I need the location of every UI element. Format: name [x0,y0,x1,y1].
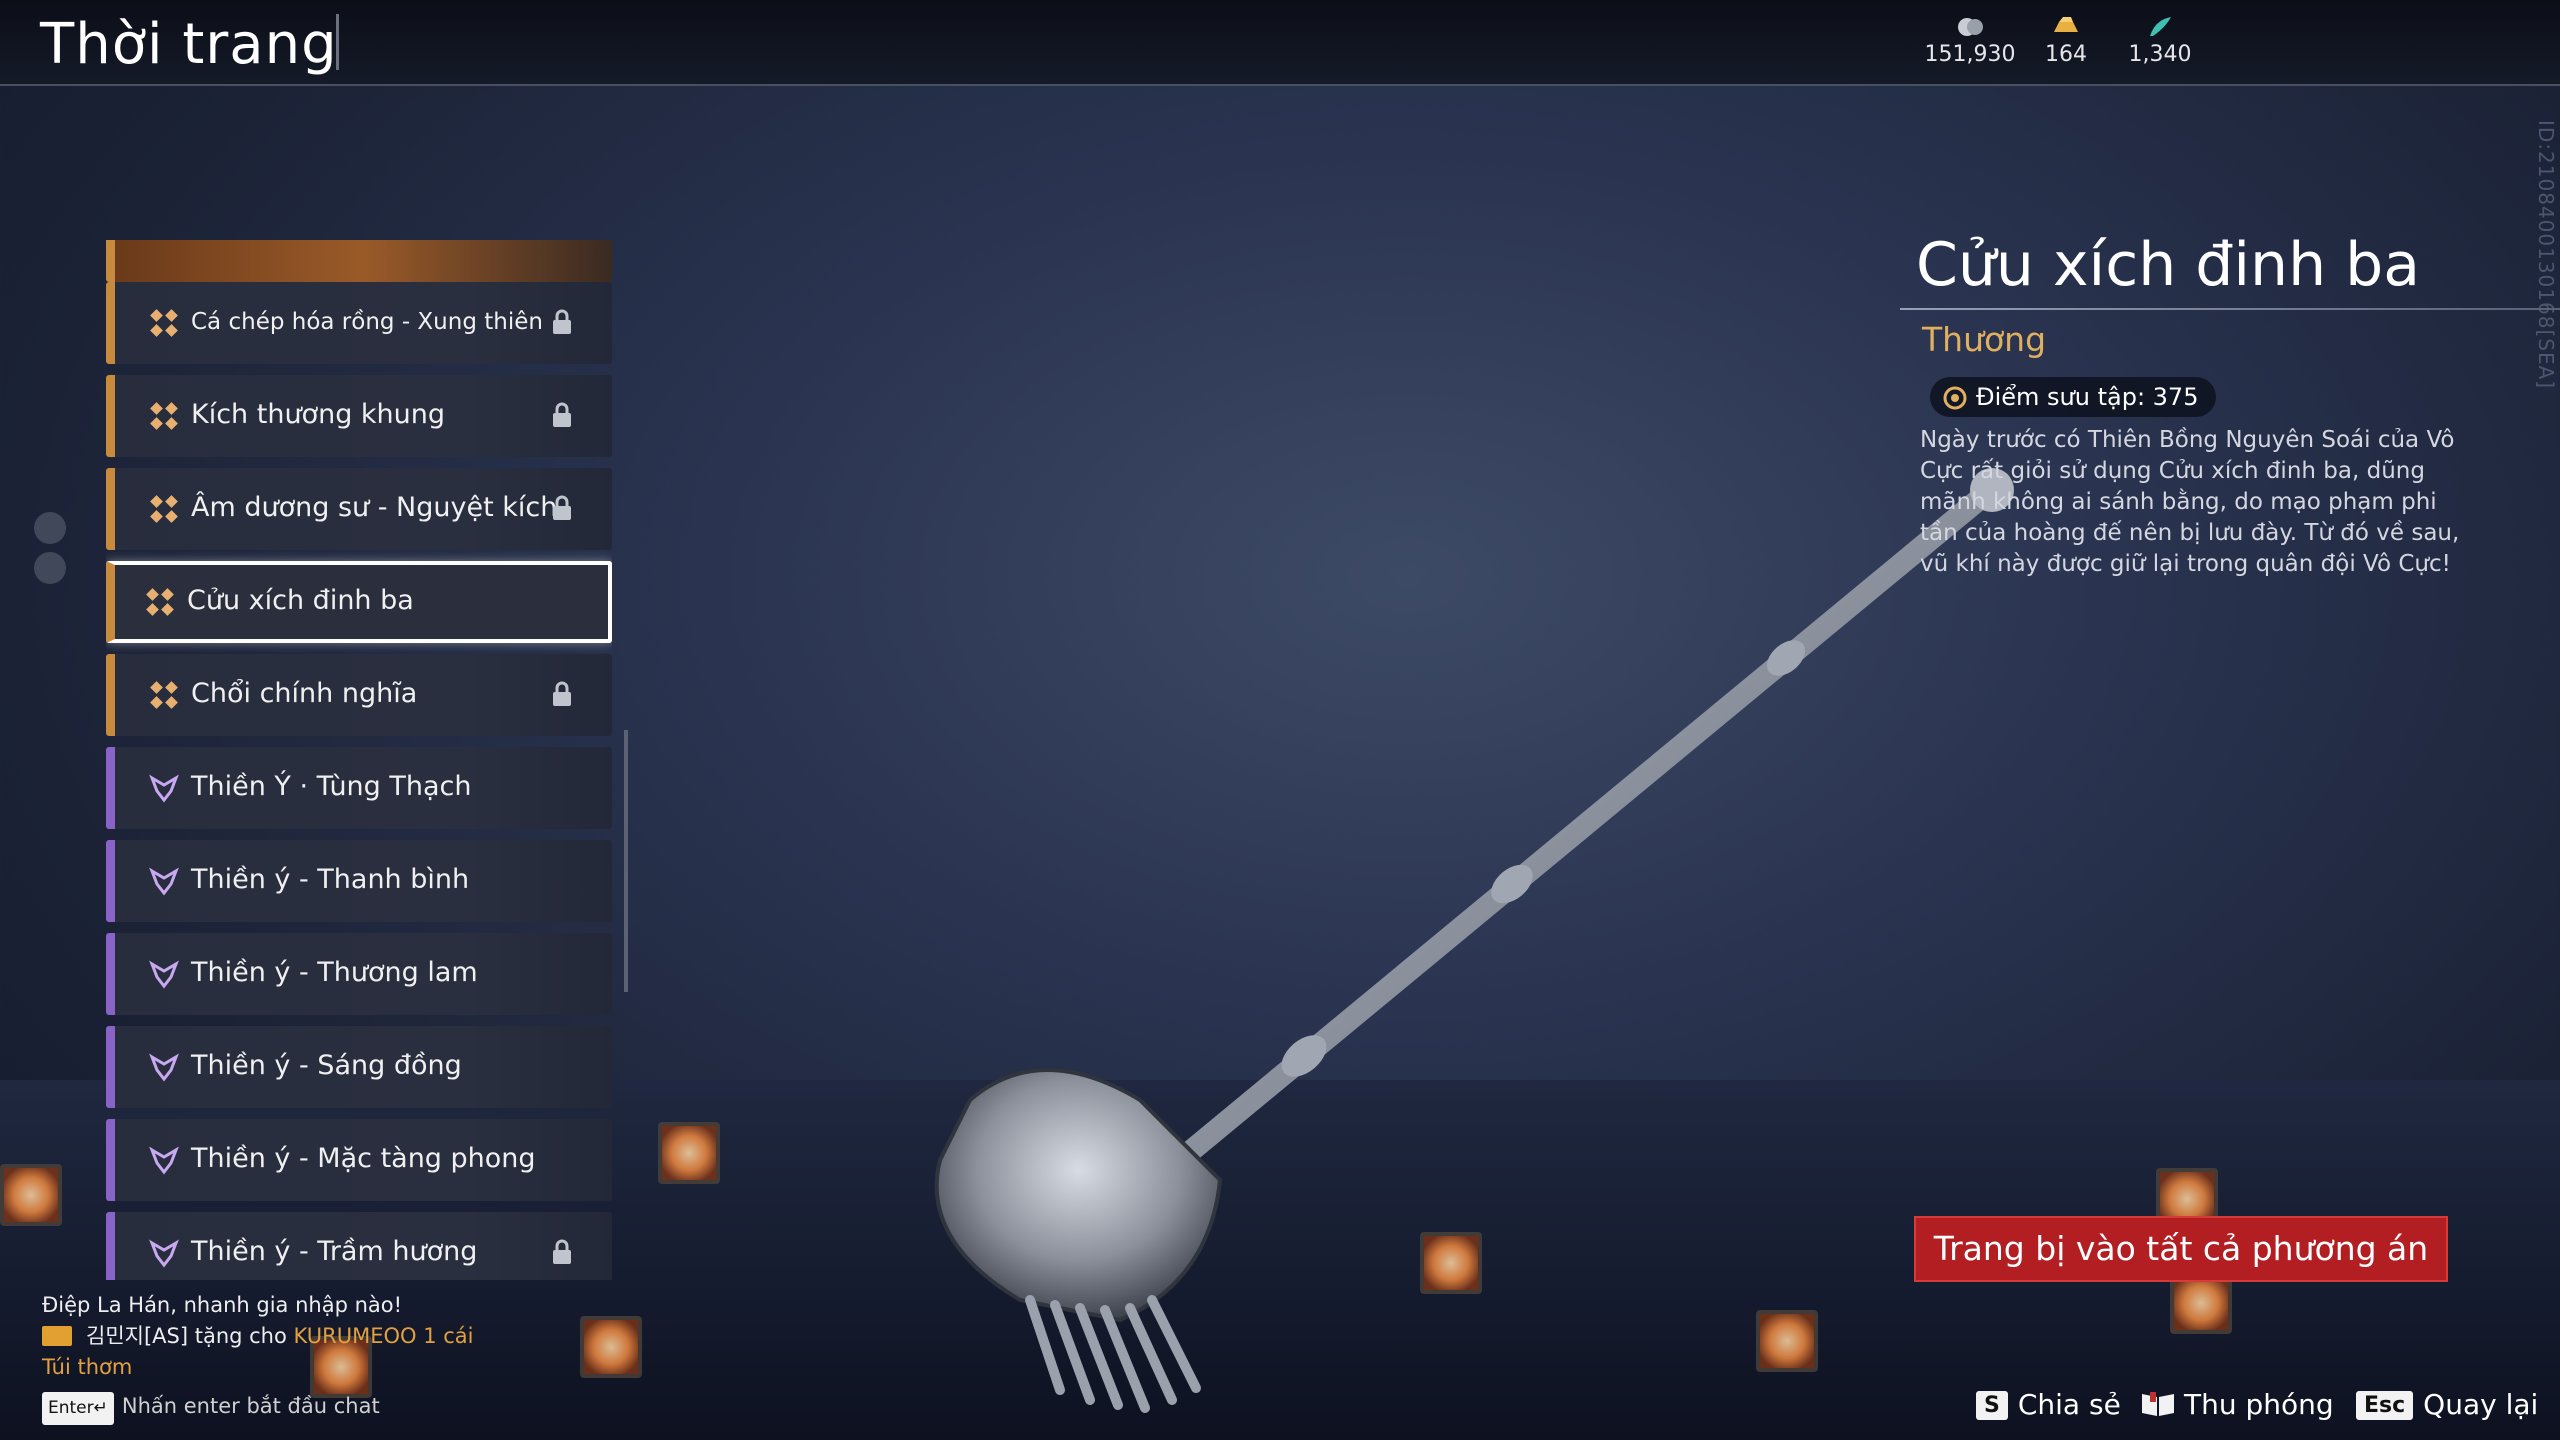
list-item-label: Thiền ý - Thương lam [191,957,478,988]
list-item[interactable]: Âm dương sư - Nguyệt kích [106,468,612,550]
gold-ingot-icon [2054,17,2078,32]
share-button[interactable]: S Chia sẻ [1976,1388,2121,1421]
list-item-label: Cá chép hóa rồng - Xung thiên [191,309,543,335]
list-item[interactable]: Kích thương khung [106,375,612,457]
item-name: Cửu xích đinh ba [1916,230,2421,300]
coin-icon [1958,18,1983,36]
chat-line: 김민지[AS] tặng cho KURUMEOO 1 cái [42,1321,473,1352]
currency-coins-value: 151,930 [1924,42,2016,67]
esc-key: Esc [2356,1391,2414,1420]
list-item[interactable]: Cá chép hóa rồng - Xung thiên [106,282,612,364]
rarity-orange-icon [150,495,178,523]
chat-hint-text: Nhấn enter bắt đầu chat [121,1394,380,1418]
list-item-partial[interactable] [106,240,612,282]
jade-feather-icon [2150,17,2171,36]
lantern-decoration [658,1122,720,1184]
chat-line: Điệp La Hán, nhanh gia nhập nào! [42,1293,403,1317]
lock-icon [553,1239,571,1264]
list-item-label: Kích thương khung [191,399,446,430]
list-item[interactable]: Thiền Ý · Tùng Thạch [106,747,612,829]
top-bar: Thời trang 151,930 164 1,340 [0,0,2560,86]
item-detail-panel: Cửu xích đinh ba Thương Điểm sưu tập: 37… [1900,230,2560,580]
currency-jade-value: 1,340 [2128,42,2192,67]
list-item-label: Thiền ý - Thanh bình [191,864,470,895]
chat-box[interactable]: Điệp La Hán, nhanh gia nhập nào! 김민지[AS]… [42,1290,473,1425]
back-label: Quay lại [2423,1388,2539,1421]
collection-points-badge: Điểm sưu tập: 375 [1930,377,2217,417]
gift-icon [42,1326,72,1346]
list-item[interactable]: Chổi chính nghĩa [106,654,612,736]
list-item-selected[interactable]: Cửu xích đinh ba [106,561,612,643]
list-scrollbar[interactable] [624,730,628,992]
lantern-decoration [580,1316,642,1378]
rarity-purple-icon [149,1146,179,1175]
title-underline [1900,308,2560,310]
rarity-purple-icon [149,960,179,989]
chat-item-name: Túi thơm [42,1355,133,1379]
list-item[interactable]: Thiền ý - Trầm hương [106,1212,612,1280]
rarity-purple-icon [149,1239,179,1268]
lock-icon [553,495,571,520]
side-avatars [34,512,66,592]
chat-target: KURUMEOO 1 cái [293,1324,474,1348]
currency-gold: 164 [2026,14,2106,67]
chat-hint[interactable]: Enter↵ Nhấn enter bắt đầu chat [42,1391,473,1425]
lantern-decoration [0,1164,62,1226]
rarity-orange-icon [150,681,178,709]
list-item-label: Âm dương sư - Nguyệt kích [191,492,558,523]
rarity-purple-icon [149,867,179,896]
list-item[interactable]: Thiền ý - Sáng đồng [106,1026,612,1108]
list-item-label: Thiền ý - Mặc tàng phong [191,1143,536,1174]
back-button[interactable]: Esc Quay lại [2356,1388,2538,1421]
enter-key-icon: Enter↵ [42,1392,114,1425]
list-item-label: Chổi chính nghĩa [191,678,418,709]
list-item[interactable]: Thiền ý - Thương lam [106,933,612,1015]
list-item[interactable]: Thiền ý - Thanh bình [106,840,612,922]
fashion-item-list[interactable]: Cá chép hóa rồng - Xung thiên Kích thươn… [106,240,612,1280]
rarity-orange-icon [150,402,178,430]
lock-icon [553,402,571,427]
rarity-orange-icon [146,588,174,616]
list-item-label: Thiền ý - Trầm hương [191,1236,478,1267]
share-label: Chia sẻ [2017,1388,2121,1421]
currency-gold-value: 164 [2045,42,2087,67]
share-key: S [1976,1391,2008,1420]
rarity-purple-icon [149,774,179,803]
lock-icon [553,681,571,706]
zoom-button[interactable]: Thu phóng [2140,1388,2334,1421]
list-item-label: Thiền Ý · Tùng Thạch [191,771,472,802]
equip-all-button[interactable]: Trang bị vào tất cả phương án [1914,1216,2448,1282]
item-description: Ngày trước có Thiên Bồng Nguyên Soái của… [1920,427,2460,577]
weapon-model[interactable] [880,460,2040,1420]
collection-icon [1943,386,1967,410]
collection-points-text: Điểm sưu tập: 375 [1976,383,2199,411]
rarity-orange-icon [150,309,178,337]
lock-icon [553,309,571,334]
book-icon [2142,1392,2174,1416]
item-rarity: Thương [1922,320,2047,359]
page-title: Thời trang [40,12,338,77]
chat-sender: 김민지[AS] tặng cho [86,1324,287,1348]
avatar[interactable] [34,512,66,544]
avatar[interactable] [34,552,66,584]
title-divider [336,14,339,70]
currency-jade: 1,340 [2120,14,2200,67]
rarity-purple-icon [149,1053,179,1082]
list-item-label: Cửu xích đinh ba [187,585,414,616]
list-item-label: Thiền ý - Sáng đồng [191,1050,462,1081]
list-item[interactable]: Thiền ý - Mặc tàng phong [106,1119,612,1201]
currency-coins: 151,930 [1920,14,2020,67]
zoom-label: Thu phóng [2184,1388,2334,1421]
